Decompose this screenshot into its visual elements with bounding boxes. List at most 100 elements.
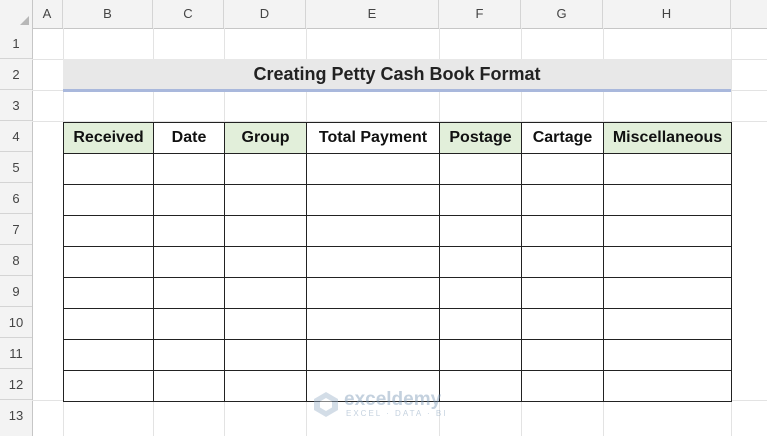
table-cell[interactable] xyxy=(63,215,154,247)
table-cell[interactable] xyxy=(63,339,154,371)
table-cell[interactable] xyxy=(306,153,440,185)
row-header-7[interactable]: 7 xyxy=(0,214,32,245)
table-cell[interactable] xyxy=(153,215,225,247)
watermark-name: exceldemy xyxy=(344,389,442,410)
table-cell[interactable] xyxy=(521,153,604,185)
table-cell[interactable] xyxy=(63,246,154,278)
table-cell[interactable] xyxy=(306,184,440,216)
table-cell[interactable] xyxy=(439,339,522,371)
select-all-button[interactable] xyxy=(0,0,33,28)
column-header-c[interactable]: C xyxy=(153,0,224,28)
table-cell[interactable] xyxy=(439,277,522,309)
column-header-d[interactable]: D xyxy=(224,0,306,28)
table-cell[interactable] xyxy=(224,339,307,371)
table-row xyxy=(63,339,732,371)
row-header-11[interactable]: 11 xyxy=(0,338,32,369)
header-postage[interactable]: Postage xyxy=(439,122,522,154)
column-header-e[interactable]: E xyxy=(306,0,439,28)
header-total-payment[interactable]: Total Payment xyxy=(306,122,440,154)
table-cell[interactable] xyxy=(153,339,225,371)
table-cell[interactable] xyxy=(306,246,440,278)
table-cell[interactable] xyxy=(224,215,307,247)
table-row xyxy=(63,277,732,309)
row-header-6[interactable]: 6 xyxy=(0,183,32,214)
table-cell[interactable] xyxy=(63,153,154,185)
table-cell[interactable] xyxy=(603,277,732,309)
table-cell[interactable] xyxy=(521,215,604,247)
table-cell[interactable] xyxy=(603,308,732,340)
table-row xyxy=(63,246,732,278)
table-row xyxy=(63,308,732,340)
column-header-b[interactable]: B xyxy=(63,0,153,28)
table-cell[interactable] xyxy=(153,370,225,402)
table-row xyxy=(63,215,732,247)
column-header-h[interactable]: H xyxy=(603,0,731,28)
table-cell[interactable] xyxy=(439,153,522,185)
row-header-4[interactable]: 4 xyxy=(0,121,32,152)
row-header-2[interactable]: 2 xyxy=(0,59,32,90)
table-cell[interactable] xyxy=(63,184,154,216)
column-header-bar: A B C D E F G H xyxy=(0,0,767,29)
table-cell[interactable] xyxy=(153,153,225,185)
column-header-f[interactable]: F xyxy=(439,0,521,28)
table-cell[interactable] xyxy=(439,184,522,216)
table-cell[interactable] xyxy=(224,370,307,402)
table-row xyxy=(63,153,732,185)
table-cell[interactable] xyxy=(603,339,732,371)
table-cell[interactable] xyxy=(306,308,440,340)
sheet-title[interactable]: Creating Petty Cash Book Format xyxy=(63,59,731,90)
row-header-3[interactable]: 3 xyxy=(0,90,32,121)
watermark-tagline: EXCEL · DATA · BI xyxy=(346,409,448,418)
row-header-10[interactable]: 10 xyxy=(0,307,32,338)
table-cell[interactable] xyxy=(63,277,154,309)
table-cell[interactable] xyxy=(439,308,522,340)
table-cell[interactable] xyxy=(603,246,732,278)
table-cell[interactable] xyxy=(439,246,522,278)
column-header-a[interactable]: A xyxy=(32,0,63,28)
table-cell[interactable] xyxy=(63,370,154,402)
table-cell[interactable] xyxy=(521,246,604,278)
row-header-8[interactable]: 8 xyxy=(0,245,32,276)
table-cell[interactable] xyxy=(521,308,604,340)
table-cell[interactable] xyxy=(439,215,522,247)
table-cell[interactable] xyxy=(521,339,604,371)
table-cell[interactable] xyxy=(521,277,604,309)
header-date[interactable]: Date xyxy=(153,122,225,154)
table-cell[interactable] xyxy=(224,277,307,309)
table-cell[interactable] xyxy=(153,308,225,340)
row-header-12[interactable]: 12 xyxy=(0,369,32,400)
table-cell[interactable] xyxy=(521,184,604,216)
header-cartage[interactable]: Cartage xyxy=(521,122,604,154)
table-cell[interactable] xyxy=(306,215,440,247)
table-header-row: Received Date Group Total Payment Postag… xyxy=(63,122,732,154)
row-header-13[interactable]: 13 xyxy=(0,400,32,436)
row-header-1[interactable]: 1 xyxy=(0,28,32,59)
table-cell[interactable] xyxy=(521,370,604,402)
header-group[interactable]: Group xyxy=(224,122,307,154)
table-cell[interactable] xyxy=(224,308,307,340)
column-header-g[interactable]: G xyxy=(521,0,603,28)
table-cell[interactable] xyxy=(224,246,307,278)
exceldemy-watermark: exceldemy EXCEL · DATA · BI xyxy=(312,388,462,420)
row-header-5[interactable]: 5 xyxy=(0,152,32,183)
table-cell[interactable] xyxy=(153,184,225,216)
petty-cash-table: Received Date Group Total Payment Postag… xyxy=(63,122,732,402)
table-cell[interactable] xyxy=(153,246,225,278)
table-cell[interactable] xyxy=(224,184,307,216)
header-received[interactable]: Received xyxy=(63,122,154,154)
table-cell[interactable] xyxy=(306,339,440,371)
table-cell[interactable] xyxy=(306,277,440,309)
table-cell[interactable] xyxy=(603,153,732,185)
table-cell[interactable] xyxy=(603,215,732,247)
table-cell[interactable] xyxy=(63,308,154,340)
header-miscellaneous[interactable]: Miscellaneous xyxy=(603,122,732,154)
table-cell[interactable] xyxy=(603,184,732,216)
table-cell[interactable] xyxy=(603,370,732,402)
table-row xyxy=(63,184,732,216)
row-header-9[interactable]: 9 xyxy=(0,276,32,307)
table-cell[interactable] xyxy=(224,153,307,185)
row-header-column: 1 2 3 4 5 6 7 8 9 10 11 12 13 xyxy=(0,28,33,436)
table-cell[interactable] xyxy=(153,277,225,309)
spreadsheet-grid: A B C D E F G H 1 2 3 4 5 6 7 8 9 10 11 … xyxy=(0,0,767,436)
exceldemy-logo-icon xyxy=(314,392,338,417)
